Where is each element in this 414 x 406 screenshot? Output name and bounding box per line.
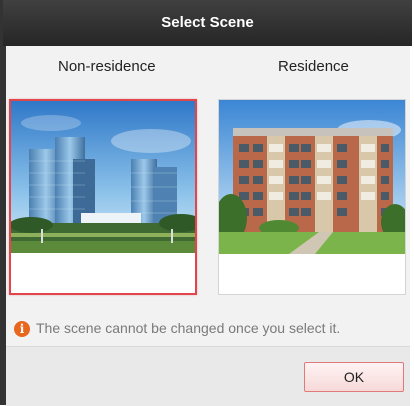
info-icon: i [14,321,30,337]
office-towers-photo [11,101,195,253]
scene-card-non-residence[interactable] [9,99,197,295]
scene-label-residence: Residence [278,58,349,75]
dialog-title: Select Scene [3,0,412,46]
apartment-building-photo [219,100,405,254]
scene-card-residence[interactable] [218,99,406,295]
select-scene-dialog: Select Scene Non-residence Residence i T… [0,0,414,406]
ok-button[interactable]: OK [304,362,404,392]
notice-text: The scene cannot be changed once you sel… [36,320,341,336]
scene-label-non-residence: Non-residence [58,58,156,75]
